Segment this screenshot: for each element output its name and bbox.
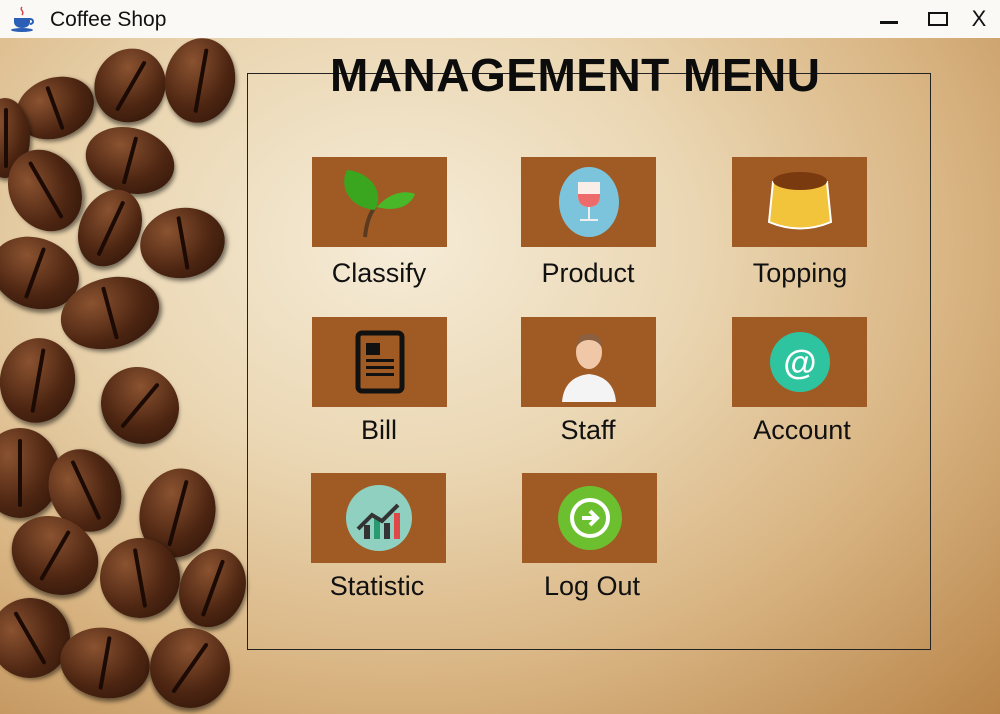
statistic-label: Statistic [329,571,425,601]
classify-button[interactable] [312,157,447,247]
window-title: Coffee Shop [50,8,167,31]
statistic-button[interactable] [311,473,446,563]
person-icon [561,333,616,402]
chart-icon [345,485,412,551]
account-button[interactable]: @ [732,317,867,407]
topping-button[interactable] [732,157,867,247]
coffee-cup-icon [11,6,34,32]
product-button[interactable] [521,157,656,247]
staff-label: Staff [560,415,616,445]
pudding-icon [767,172,832,230]
receipt-icon [355,330,404,394]
account-label: Account [753,415,851,445]
at-sign-icon: @ [769,332,830,392]
wine-glass-icon [558,167,619,237]
leaf-icon [343,170,415,238]
maximize-button[interactable] [921,4,955,34]
logout-label: Log Out [543,571,641,601]
logout-button[interactable] [522,473,657,563]
classify-label: Classify [331,258,427,288]
page-title: MANAGEMENT MENU [330,49,821,101]
topping-label: Topping [752,258,848,288]
bill-button[interactable] [312,317,447,407]
bill-label: Bill [360,415,397,445]
svg-text:@: @ [783,344,816,382]
close-button[interactable]: X [962,4,996,34]
staff-button[interactable] [521,317,656,407]
product-label: Product [541,258,635,288]
logout-icon [557,486,622,550]
title-bar: Coffee Shop X [0,0,1000,38]
minimize-button[interactable] [872,4,906,34]
